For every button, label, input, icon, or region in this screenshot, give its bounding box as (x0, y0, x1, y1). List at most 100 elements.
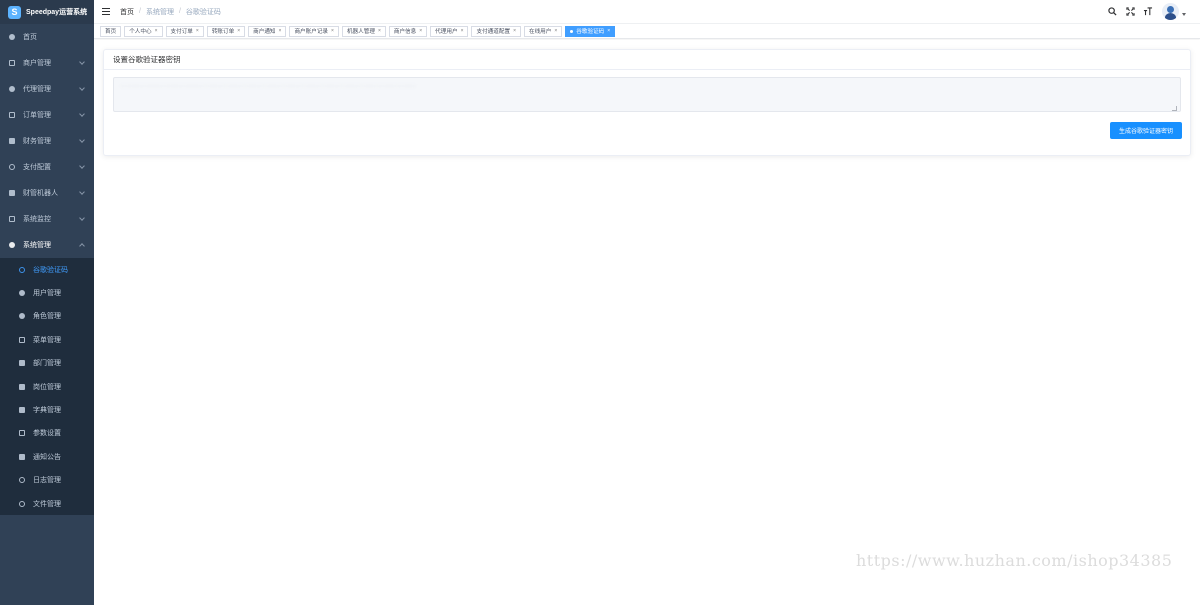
sidebar-item-label: 系统管理 (23, 242, 51, 249)
sidebar-item-label: 部门管理 (33, 360, 61, 368)
sidebar-item-label: 谷歌验证码 (33, 266, 68, 274)
tag-label: 商户账户记录 (294, 29, 329, 35)
tag-merchant-account-log[interactable]: 商户账户记录 × (289, 25, 339, 37)
top-navbar: 首页 / 系统管理 / 谷歌验证码 (94, 0, 1200, 24)
chevron-down-icon (79, 189, 85, 195)
close-icon[interactable]: × (279, 28, 282, 34)
sidebar-item-home[interactable]: 首页 (0, 24, 94, 50)
chevron-down-icon (79, 137, 85, 143)
agent-icon (8, 85, 16, 93)
avatar[interactable] (1162, 3, 1179, 20)
tag-merchant-info[interactable]: 商户信息 × (388, 25, 428, 37)
sidebar-item-log[interactable]: 日志管理 (0, 469, 94, 492)
secret-key-value: ········································… (120, 83, 417, 90)
sidebar-item-label: 财管机器人 (23, 190, 58, 197)
close-icon[interactable]: × (237, 28, 240, 34)
breadcrumb-home[interactable]: 首页 (120, 7, 134, 17)
tag-online-user[interactable]: 在线用户 × (523, 25, 563, 37)
tag-pay-order[interactable]: 支付订单 × (165, 25, 204, 37)
google-auth-icon (18, 266, 26, 274)
sidebar-item-label: 文件管理 (33, 500, 61, 508)
sidebar-item-order[interactable]: 订单管理 (0, 102, 94, 128)
sidebar-item-department[interactable]: 部门管理 (0, 352, 94, 375)
close-icon[interactable]: × (378, 28, 381, 34)
close-icon[interactable]: × (461, 28, 464, 34)
tag-label: 在线用户 (528, 29, 552, 35)
card-title: 设置谷歌验证器密钥 (104, 50, 1190, 70)
close-icon[interactable]: × (331, 28, 334, 34)
sidebar-item-file[interactable]: 文件管理 (0, 492, 94, 515)
app-title: Speedpay运营系统 (26, 9, 88, 16)
fullscreen-icon[interactable] (1125, 7, 1135, 17)
sidebar-item-label: 代理管理 (23, 86, 51, 93)
tag-label: 个人中心 (129, 29, 152, 35)
sidebar-item-params[interactable]: 参数设置 (0, 422, 94, 445)
generate-secret-button[interactable]: 生成谷歌验证器密钥 (1109, 122, 1182, 139)
caret-down-icon[interactable] (1182, 13, 1186, 16)
search-icon[interactable] (1107, 7, 1117, 17)
tag-profile[interactable]: 个人中心 × (124, 25, 163, 37)
sidebar-item-label: 首页 (23, 34, 37, 41)
gear-icon (8, 241, 16, 249)
sidebar-item-payment-config[interactable]: 支付配置 (0, 154, 94, 180)
resize-handle-icon[interactable] (1172, 106, 1177, 111)
sidebar-item-label: 系统监控 (23, 216, 51, 223)
order-icon (8, 111, 16, 119)
app-logo[interactable]: S Speedpay运营系统 (0, 0, 94, 24)
dictionary-icon (18, 406, 26, 414)
tag-label: 谷歌验证码 (576, 29, 605, 35)
robot-icon (8, 189, 16, 197)
role-icon (18, 312, 26, 320)
tag-label: 首页 (105, 29, 117, 35)
tag-transfer-order[interactable]: 转账订单 × (206, 25, 246, 37)
close-icon[interactable]: × (419, 28, 422, 34)
sidebar-item-finance[interactable]: 财务管理 (0, 128, 94, 154)
sidebar-item-label: 菜单管理 (33, 336, 61, 344)
system-submenu: 谷歌验证码 用户管理 角色管理 菜单管理 部门管理 岗位管理 字典管理 参数设置… (0, 258, 94, 516)
sidebar-item-monitor[interactable]: 系统监控 (0, 206, 94, 232)
tag-robot-management[interactable]: 机器人管理 × (341, 25, 386, 37)
user-icon (18, 289, 26, 297)
sidebar-item-notice[interactable]: 通知公告 (0, 445, 94, 468)
sidebar-item-menu[interactable]: 菜单管理 (0, 328, 94, 351)
tag-google-auth[interactable]: 谷歌验证码 × (565, 25, 616, 37)
sidebar-item-label: 日志管理 (33, 477, 61, 485)
close-icon[interactable]: × (513, 28, 516, 34)
sidebar-item-google-auth[interactable]: 谷歌验证码 (0, 258, 94, 281)
sidebar-item-merchant[interactable]: 商户管理 (0, 50, 94, 76)
watermark: https://www.huzhan.com/ishop34385 (856, 551, 1173, 570)
sidebar-menu: 首页 商户管理 代理管理 订单管理 财务管理 支付配置 财管机器人 系统监控 系… (0, 24, 94, 258)
sidebar: S Speedpay运营系统 首页 商户管理 代理管理 订单管理 财务管理 支付… (0, 0, 94, 605)
payment-config-icon (8, 163, 16, 171)
logo-icon: S (8, 5, 21, 19)
breadcrumb-separator: / (139, 8, 141, 15)
sidebar-item-agent[interactable]: 代理管理 (0, 76, 94, 102)
menu-tree-icon (18, 336, 26, 344)
post-icon (18, 383, 26, 391)
tag-label: 转账订单 (211, 29, 235, 35)
finance-icon (8, 137, 16, 145)
sidebar-item-post[interactable]: 岗位管理 (0, 375, 94, 398)
tag-agent-user[interactable]: 代理用户 × (430, 25, 469, 37)
chevron-down-icon (79, 111, 85, 117)
sidebar-item-label: 角色管理 (33, 313, 61, 321)
close-icon[interactable]: × (554, 28, 557, 34)
close-icon[interactable]: × (196, 28, 199, 34)
close-icon[interactable]: × (155, 28, 158, 34)
sidebar-item-system[interactable]: 系统管理 (0, 232, 94, 258)
sidebar-item-dictionary[interactable]: 字典管理 (0, 398, 94, 421)
font-size-icon[interactable] (1143, 7, 1153, 17)
sidebar-item-user[interactable]: 用户管理 (0, 281, 94, 304)
tag-home[interactable]: 首页 (100, 25, 122, 37)
dashboard-icon (8, 33, 16, 41)
merchant-icon (8, 59, 16, 67)
google-auth-card: 设置谷歌验证器密钥 ······························… (103, 49, 1191, 156)
close-icon[interactable]: × (607, 28, 610, 34)
secret-key-textarea[interactable]: ········································… (113, 77, 1181, 112)
tags-view: 首页 个人中心 × 支付订单 × 转账订单 × 商户通知 × 商户账户记录 × 机器人管理… (94, 24, 1200, 39)
tag-payment-channel[interactable]: 支付通道配置 × (471, 25, 521, 37)
hamburger-icon[interactable] (102, 8, 110, 15)
tag-merchant-notify[interactable]: 商户通知 × (248, 25, 287, 37)
sidebar-item-robot[interactable]: 财管机器人 (0, 180, 94, 206)
sidebar-item-role[interactable]: 角色管理 (0, 305, 94, 328)
